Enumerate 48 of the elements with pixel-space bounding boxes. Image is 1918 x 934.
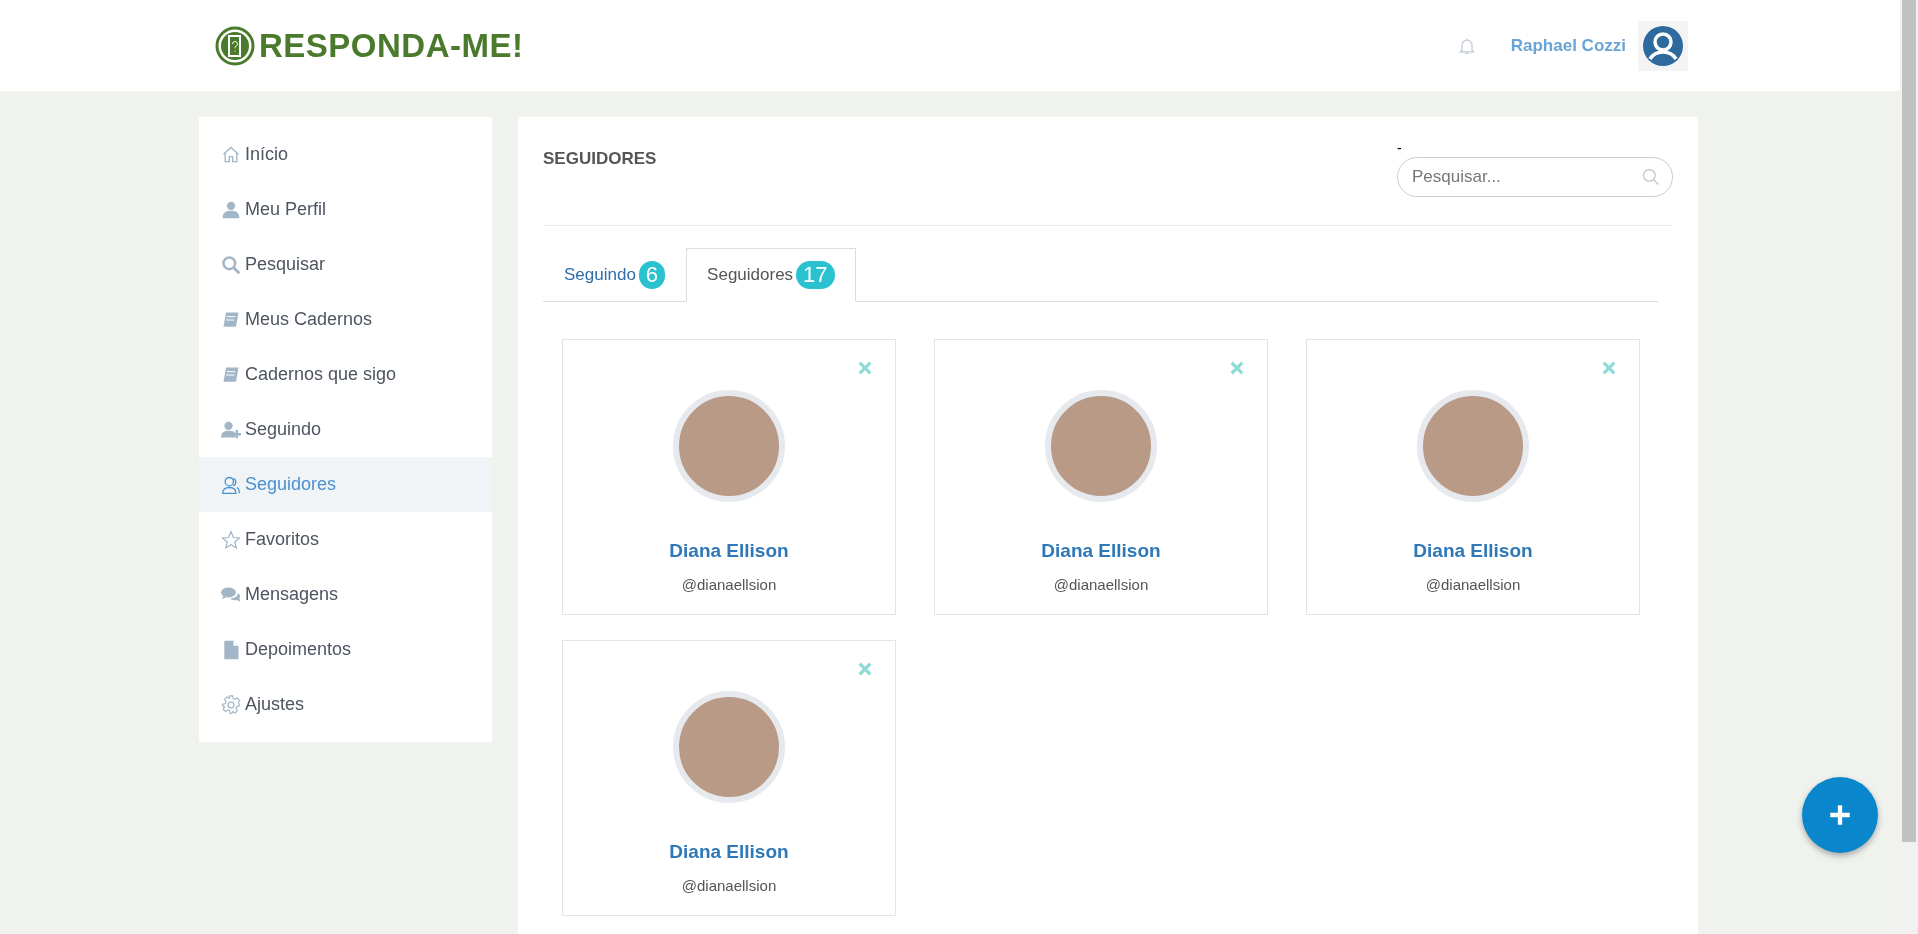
count-badge: 6 bbox=[638, 261, 666, 289]
user-icon bbox=[221, 199, 241, 220]
page-title: SEGUIDORES bbox=[543, 149, 657, 170]
follower-handle: @dianaellsion bbox=[681, 576, 777, 593]
close-icon bbox=[857, 661, 873, 677]
sidebar-item[interactable]: Ajustes bbox=[199, 677, 492, 732]
sidebar-item[interactable]: Meu Perfil bbox=[199, 182, 492, 237]
follower-handle: @dianaellsion bbox=[681, 877, 777, 894]
follower-name-link[interactable]: Diana Ellison bbox=[1041, 540, 1161, 562]
follower-handle: @dianaellsion bbox=[1425, 576, 1521, 593]
remove-button[interactable] bbox=[857, 661, 873, 677]
star-icon bbox=[221, 529, 241, 550]
count-badge: 17 bbox=[796, 261, 835, 289]
sidebar-item[interactable]: Depoimentos bbox=[199, 622, 492, 677]
plus-icon bbox=[1827, 802, 1853, 828]
add-button[interactable] bbox=[1802, 777, 1878, 853]
sidebar-item[interactable]: Favoritos bbox=[199, 512, 492, 567]
sidebar-item[interactable]: Início bbox=[199, 127, 492, 182]
logo-icon bbox=[215, 25, 255, 66]
gear-icon bbox=[221, 694, 241, 715]
sidebar-item[interactable]: Mensagens bbox=[199, 567, 492, 622]
sidebar-item[interactable]: Pesquisar bbox=[199, 237, 492, 292]
sidebar-item[interactable]: Seguindo bbox=[199, 402, 492, 457]
user-avatar[interactable] bbox=[1638, 20, 1688, 71]
users-icon bbox=[221, 474, 241, 495]
logo-text[interactable]: RESPONDA-ME! bbox=[259, 26, 524, 65]
close-icon bbox=[1601, 360, 1617, 376]
follower-name-link[interactable]: Diana Ellison bbox=[1413, 540, 1533, 562]
home-icon bbox=[221, 144, 241, 165]
search-icon bbox=[1641, 167, 1661, 187]
user-plus-icon bbox=[221, 419, 241, 440]
sidebar-item[interactable]: Meus Cadernos bbox=[199, 292, 492, 347]
search-icon bbox=[221, 254, 241, 275]
follower-handle: @dianaellsion bbox=[1053, 576, 1149, 593]
close-icon bbox=[857, 360, 873, 376]
remove-button[interactable] bbox=[1601, 360, 1617, 376]
tab[interactable]: Seguidores 17 bbox=[686, 248, 856, 302]
sidebar-item[interactable]: Cadernos que sigo bbox=[199, 347, 492, 402]
remove-button[interactable] bbox=[857, 360, 873, 376]
search-field[interactable]: Pesquisar... bbox=[1397, 157, 1673, 197]
close-icon bbox=[1229, 360, 1245, 376]
dash-text: - bbox=[1397, 141, 1403, 155]
document-icon bbox=[221, 639, 241, 660]
scrollbar-thumb[interactable] bbox=[1902, 0, 1916, 842]
follower-name-link[interactable]: Diana Ellison bbox=[669, 841, 789, 863]
follower-name-link[interactable]: Diana Ellison bbox=[669, 540, 789, 562]
remove-button[interactable] bbox=[1229, 360, 1245, 376]
tab[interactable]: Seguindo 6 bbox=[543, 248, 687, 302]
